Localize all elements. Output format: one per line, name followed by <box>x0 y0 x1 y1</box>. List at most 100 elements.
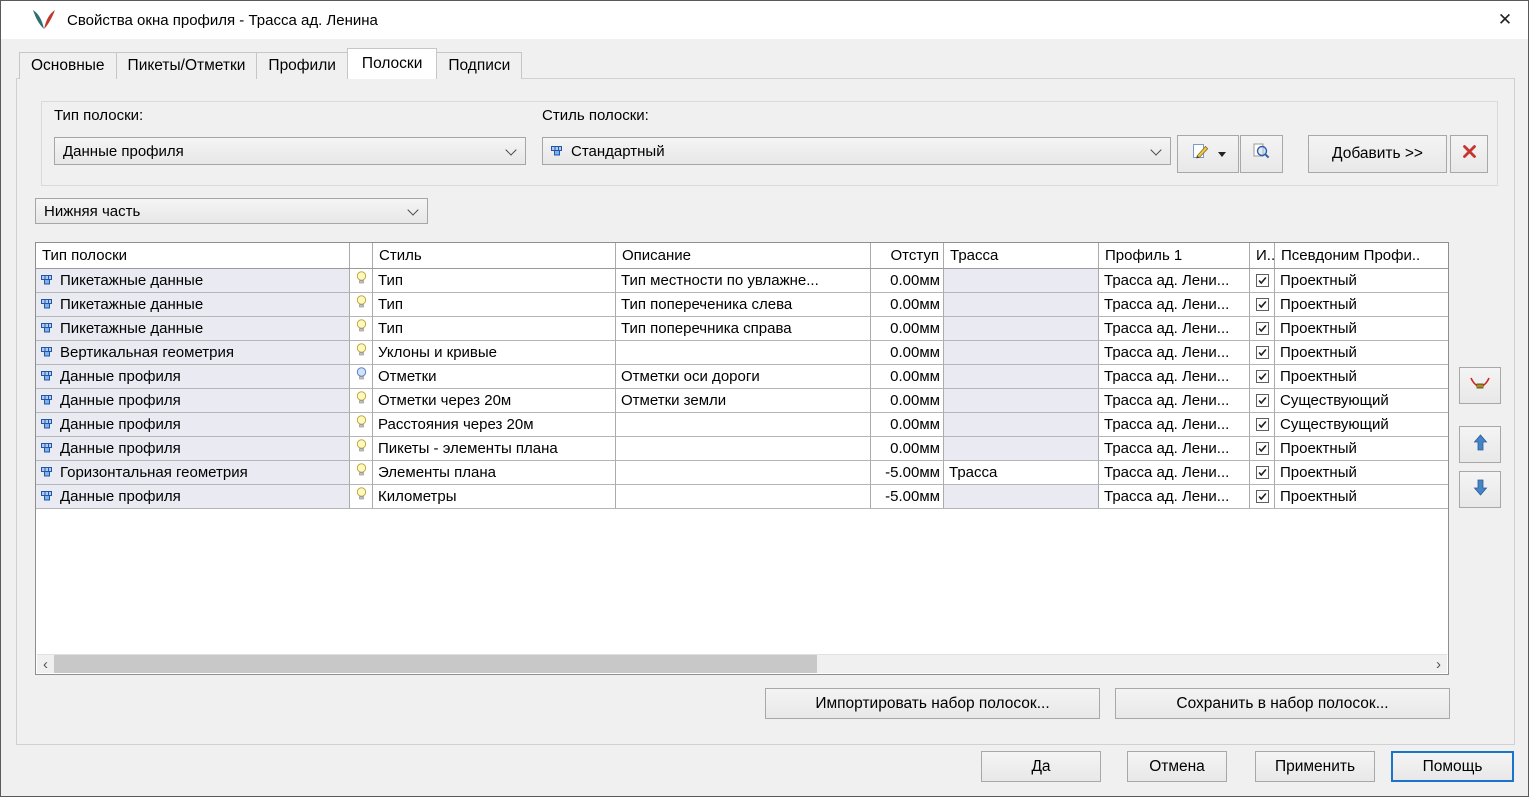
table-row[interactable]: Вертикальная геометрияУклоны и кривые0.0… <box>36 341 1448 365</box>
column-header-description[interactable]: Описание <box>616 243 871 268</box>
move-band-up-button[interactable] <box>1459 426 1501 463</box>
apply-button[interactable]: Применить <box>1255 751 1375 782</box>
profile-alias-cell: Проектный <box>1275 317 1448 341</box>
labels-checkbox-cell[interactable] <box>1250 269 1275 293</box>
alignment-cell <box>944 293 1099 317</box>
move-band-down-button[interactable] <box>1459 471 1501 508</box>
help-button[interactable]: Помощь <box>1391 751 1514 782</box>
scrollbar-thumb[interactable] <box>54 655 817 673</box>
lightbulb-icon[interactable] <box>356 341 367 364</box>
column-header-alignment[interactable]: Трасса <box>944 243 1099 268</box>
visibility-cell[interactable] <box>350 413 373 437</box>
band-type-icon <box>41 418 55 431</box>
column-header-labels[interactable]: И.. <box>1250 243 1275 268</box>
lightbulb-icon[interactable] <box>356 389 367 412</box>
match-profile-button[interactable] <box>1459 367 1501 404</box>
column-header-gap[interactable]: Отступ <box>871 243 944 268</box>
lightbulb-icon[interactable] <box>356 437 367 460</box>
column-header-style[interactable]: Стиль <box>373 243 616 268</box>
table-row[interactable]: Данные профиляПикеты - элементы плана0.0… <box>36 437 1448 461</box>
visibility-cell[interactable] <box>350 341 373 365</box>
visibility-cell[interactable] <box>350 485 373 509</box>
visibility-cell[interactable] <box>350 461 373 485</box>
table-row[interactable]: Пикетажные данныеТипТип местности по увл… <box>36 269 1448 293</box>
edit-style-dropdown-caret[interactable] <box>1218 152 1226 157</box>
lightbulb-icon[interactable] <box>356 461 367 484</box>
tab-general[interactable]: Основные <box>19 52 117 79</box>
labels-checkbox-cell[interactable] <box>1250 389 1275 413</box>
save-band-set-button[interactable]: Сохранить в набор полосок... <box>1115 688 1450 719</box>
preview-style-button[interactable] <box>1240 135 1283 173</box>
band-type-label: Тип полоски: <box>54 107 143 124</box>
labels-checkbox[interactable] <box>1256 298 1269 311</box>
lightbulb-icon[interactable] <box>356 485 367 508</box>
band-type-cell: Данные профиля <box>36 437 350 461</box>
table-row[interactable]: Данные профиляРасстояния через 20м0.00мм… <box>36 413 1448 437</box>
table-row[interactable]: Горизонтальная геометрияЭлементы плана-5… <box>36 461 1448 485</box>
lightbulb-icon[interactable] <box>356 317 367 340</box>
labels-checkbox[interactable] <box>1256 274 1269 287</box>
labels-checkbox[interactable] <box>1256 442 1269 455</box>
labels-checkbox-cell[interactable] <box>1250 365 1275 389</box>
labels-checkbox-cell[interactable] <box>1250 485 1275 509</box>
profile-alias-cell: Проектный <box>1275 293 1448 317</box>
profile1-cell: Трасса ад. Лени... <box>1099 413 1250 437</box>
table-row[interactable]: Данные профиляОтметкиОтметки оси дороги0… <box>36 365 1448 389</box>
column-header-visibility[interactable] <box>350 243 373 268</box>
table-row[interactable]: Пикетажные данныеТипТип попереченика сле… <box>36 293 1448 317</box>
edit-style-button[interactable] <box>1177 135 1239 173</box>
table-row[interactable]: Пикетажные данныеТипТип поперечника спра… <box>36 317 1448 341</box>
labels-checkbox[interactable] <box>1256 322 1269 335</box>
visibility-cell[interactable] <box>350 317 373 341</box>
labels-checkbox-cell[interactable] <box>1250 293 1275 317</box>
labels-checkbox-cell[interactable] <box>1250 341 1275 365</box>
description-cell: Отметки оси дороги <box>616 365 871 389</box>
tab-profiles[interactable]: Профили <box>256 52 348 79</box>
gap-cell: 0.00мм <box>871 365 944 389</box>
visibility-cell[interactable] <box>350 389 373 413</box>
column-header-profile-alias[interactable]: Псевдоним Профи.. <box>1275 243 1448 268</box>
labels-checkbox-cell[interactable] <box>1250 461 1275 485</box>
column-header-band-type[interactable]: Тип полоски <box>36 243 350 268</box>
profile1-cell: Трасса ад. Лени... <box>1099 269 1250 293</box>
tab-stations-elevations[interactable]: Пикеты/Отметки <box>116 52 258 79</box>
style-cell: Пикеты - элементы плана <box>373 437 616 461</box>
lightbulb-icon[interactable] <box>356 413 367 436</box>
visibility-cell[interactable] <box>350 365 373 389</box>
visibility-cell[interactable] <box>350 269 373 293</box>
table-row[interactable]: Данные профиляКилометры-5.00ммТрасса ад.… <box>36 485 1448 509</box>
labels-checkbox[interactable] <box>1256 418 1269 431</box>
visibility-cell[interactable] <box>350 437 373 461</box>
profile1-cell: Трасса ад. Лени... <box>1099 461 1250 485</box>
labels-checkbox-cell[interactable] <box>1250 437 1275 461</box>
delete-band-button[interactable] <box>1450 135 1488 173</box>
style-cell: Тип <box>373 317 616 341</box>
band-style-select[interactable]: Стандартный <box>542 137 1171 165</box>
scroll-right-icon[interactable]: › <box>1430 655 1447 673</box>
visibility-cell[interactable] <box>350 293 373 317</box>
tab-bands[interactable]: Полоски <box>347 48 437 79</box>
band-type-select[interactable]: Данные профиля <box>54 137 526 165</box>
labels-checkbox-cell[interactable] <box>1250 413 1275 437</box>
labels-checkbox[interactable] <box>1256 346 1269 359</box>
ok-button[interactable]: Да <box>981 751 1101 782</box>
labels-checkbox[interactable] <box>1256 490 1269 503</box>
import-band-set-button[interactable]: Импортировать набор полосок... <box>765 688 1100 719</box>
lightbulb-icon[interactable] <box>356 269 367 292</box>
labels-checkbox-cell[interactable] <box>1250 317 1275 341</box>
labels-checkbox[interactable] <box>1256 370 1269 383</box>
scroll-left-icon[interactable]: ‹ <box>37 655 54 673</box>
lightbulb-icon[interactable] <box>356 293 367 316</box>
column-header-profile1[interactable]: Профиль 1 <box>1099 243 1250 268</box>
horizontal-scrollbar[interactable]: ‹ › <box>37 654 1447 673</box>
close-icon[interactable]: ✕ <box>1488 5 1522 35</box>
cancel-button[interactable]: Отмена <box>1127 751 1227 782</box>
tab-labels[interactable]: Подписи <box>436 52 522 79</box>
lightbulb-icon[interactable] <box>356 365 367 388</box>
description-cell <box>616 341 871 365</box>
band-location-select[interactable]: Нижняя часть <box>35 198 428 224</box>
labels-checkbox[interactable] <box>1256 394 1269 407</box>
add-band-button[interactable]: Добавить >> <box>1308 135 1447 173</box>
labels-checkbox[interactable] <box>1256 466 1269 479</box>
table-row[interactable]: Данные профиляОтметки через 20мОтметки з… <box>36 389 1448 413</box>
